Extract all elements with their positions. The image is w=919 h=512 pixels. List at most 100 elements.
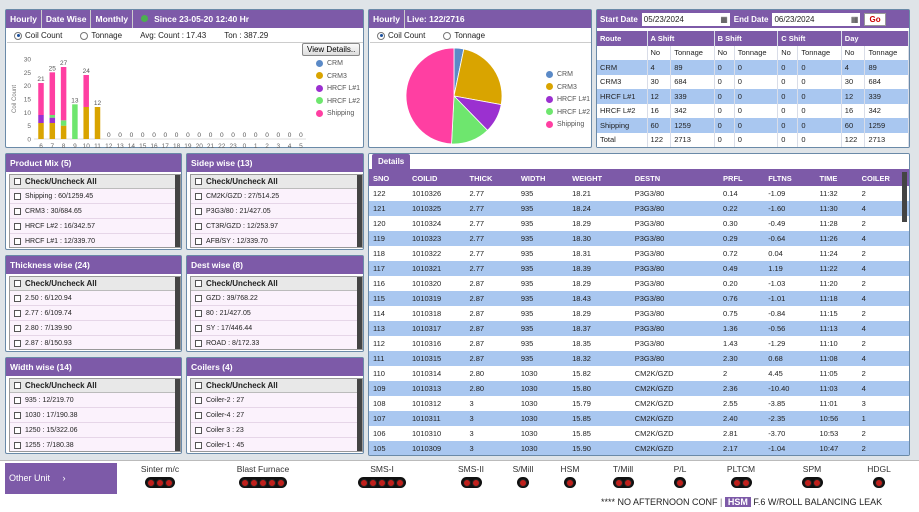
checkbox-icon[interactable]: [14, 426, 21, 434]
check-all-toggle[interactable]: Check/Uncheck All: [191, 175, 362, 189]
list-item[interactable]: 2.77 : 6/109.74: [10, 306, 180, 321]
table-row[interactable]: 107 1010311 3 1030 15.85 CM2K/GZD 2.40 -2.35 10:…: [369, 411, 909, 426]
checkbox-icon[interactable]: [14, 222, 21, 230]
legend-item[interactable]: CRM: [546, 69, 590, 82]
column-header[interactable]: THICK: [465, 170, 517, 186]
end-date-input[interactable]: 06/23/2024 ▦: [772, 12, 861, 26]
column-header[interactable]: FLTNS: [764, 170, 816, 186]
checkbox-icon[interactable]: [195, 411, 202, 419]
table-row[interactable]: 117 1010321 2.77 935 18.39 P3G3/80 0.49 1.19 11:…: [369, 261, 909, 276]
scrollbar[interactable]: [357, 379, 362, 451]
list-item[interactable]: CRM3 : 30/684.65: [10, 204, 180, 219]
list-item[interactable]: 1030 : 17/190.38: [10, 408, 180, 423]
checkbox-icon[interactable]: [195, 309, 202, 317]
unit-status[interactable]: HDGL: [839, 464, 919, 488]
list-item[interactable]: GZD : 39/768.22: [191, 291, 362, 306]
legend-item[interactable]: Shipping: [546, 119, 590, 132]
legend-item[interactable]: HRCF L#1: [546, 94, 590, 107]
table-row[interactable]: 114 1010318 2.87 935 18.29 P3G3/80 0.75 -0.84 11…: [369, 306, 909, 321]
tab-hourly[interactable]: Hourly: [6, 10, 42, 28]
list-item[interactable]: Coiler-4 : 27: [191, 408, 362, 423]
legend-item[interactable]: HRCF L#1: [316, 83, 360, 96]
checkbox-icon[interactable]: [14, 382, 21, 390]
checkbox-icon[interactable]: [14, 309, 21, 317]
unit-status[interactable]: SMS-I: [342, 464, 422, 488]
list-item[interactable]: P3G3/80 : 21/427.05: [191, 204, 362, 219]
table-row[interactable]: 116 1010320 2.87 935 18.29 P3G3/80 0.20 -1.03 11…: [369, 276, 909, 291]
checkbox-icon[interactable]: [14, 237, 21, 245]
other-unit-button[interactable]: Other Unit ›: [5, 463, 117, 494]
checkbox-icon[interactable]: [14, 192, 21, 200]
list-item[interactable]: 2.80 : 7/139.90: [10, 321, 180, 336]
tab-details[interactable]: Details: [372, 154, 411, 169]
checkbox-icon[interactable]: [14, 411, 21, 419]
checkbox-icon[interactable]: [195, 192, 202, 200]
list-item[interactable]: CT3R/GZD : 12/253.97: [191, 219, 362, 234]
list-item[interactable]: AFB/SY : 12/339.70: [191, 234, 362, 247]
legend-item[interactable]: CRM: [316, 58, 360, 71]
list-item[interactable]: ROAD : 8/172.33: [191, 336, 362, 349]
scrollbar[interactable]: [357, 277, 362, 349]
table-row[interactable]: 106 1010310 3 1030 15.85 CM2K/GZD 2.81 -3.70 10:…: [369, 426, 909, 441]
calendar-icon[interactable]: ▦: [851, 13, 859, 26]
checkbox-icon[interactable]: [14, 324, 21, 332]
calendar-icon[interactable]: ▦: [720, 13, 728, 26]
live-tonnage-radio[interactable]: Tonnage: [443, 31, 485, 40]
list-item[interactable]: Coiler 3 : 23: [191, 423, 362, 438]
column-header[interactable]: PRFL: [719, 170, 765, 186]
checkbox-icon[interactable]: [14, 294, 21, 302]
list-item[interactable]: 2.87 : 8/150.93: [10, 336, 180, 349]
table-row[interactable]: 113 1010317 2.87 935 18.37 P3G3/80 1.36 -0.56 11…: [369, 321, 909, 336]
coil-count-radio[interactable]: Coil Count: [14, 31, 62, 40]
legend-item[interactable]: HRCF L#2: [316, 96, 360, 109]
table-row[interactable]: 108 1010312 3 1030 15.79 CM2K/GZD 2.55 -3.85 11:…: [369, 396, 909, 411]
list-item[interactable]: Shipping : 60/1259.45: [10, 189, 180, 204]
checkbox-icon[interactable]: [195, 324, 202, 332]
column-header[interactable]: WIDTH: [516, 170, 569, 186]
tonnage-radio[interactable]: Tonnage: [80, 31, 122, 40]
tab-monthly[interactable]: Monthly: [91, 10, 134, 28]
tab-date-wise[interactable]: Date Wise: [42, 10, 92, 28]
check-all-toggle[interactable]: Check/Uncheck All: [10, 277, 180, 291]
checkbox-icon[interactable]: [14, 339, 21, 347]
table-row[interactable]: 109 1010313 2.80 1030 15.80 CM2K/GZD 2.36 -10.4…: [369, 381, 909, 396]
table-row[interactable]: 115 1010319 2.87 935 18.43 P3G3/80 0.76 -1.01 11…: [369, 291, 909, 306]
unit-status[interactable]: Sinter m/c: [120, 464, 200, 488]
checkbox-icon[interactable]: [195, 339, 202, 347]
live-coil-count-radio[interactable]: Coil Count: [377, 31, 425, 40]
table-row[interactable]: 112 1010316 2.87 935 18.35 P3G3/80 1.43 -1.29 11…: [369, 336, 909, 351]
checkbox-icon[interactable]: [14, 178, 21, 186]
list-item[interactable]: 2.50 : 6/120.94: [10, 291, 180, 306]
legend-item[interactable]: CRM3: [546, 82, 590, 95]
checkbox-icon[interactable]: [195, 382, 202, 390]
start-date-input[interactable]: 05/23/2024 ▦: [641, 12, 730, 26]
list-item[interactable]: Coiler-1 : 45: [191, 438, 362, 451]
table-row[interactable]: 120 1010324 2.77 935 18.29 P3G3/80 0.30 -0.49 11…: [369, 216, 909, 231]
legend-item[interactable]: HRCF L#2: [546, 107, 590, 120]
legend-item[interactable]: CRM3: [316, 71, 360, 84]
table-row[interactable]: 121 1010325 2.77 935 18.24 P3G3/80 0.22 -1.60 11…: [369, 201, 909, 216]
table-row[interactable]: 111 1010315 2.87 935 18.32 P3G3/80 2.30 0.68 11:…: [369, 351, 909, 366]
checkbox-icon[interactable]: [195, 178, 202, 186]
checkbox-icon[interactable]: [195, 441, 202, 449]
legend-item[interactable]: Shipping: [316, 108, 360, 121]
checkbox-icon[interactable]: [14, 396, 21, 404]
checkbox-icon[interactable]: [14, 207, 21, 215]
check-all-toggle[interactable]: Check/Uncheck All: [10, 175, 180, 189]
checkbox-icon[interactable]: [195, 280, 202, 288]
list-item[interactable]: 1255 : 7/180.38: [10, 438, 180, 451]
unit-status[interactable]: Blast Furnace: [223, 464, 303, 488]
column-header[interactable]: SNO: [369, 170, 408, 186]
checkbox-icon[interactable]: [195, 237, 202, 245]
go-button[interactable]: Go: [864, 12, 886, 26]
checkbox-icon[interactable]: [14, 441, 21, 449]
column-header[interactable]: DESTN: [630, 170, 720, 186]
scrollbar[interactable]: [175, 277, 180, 349]
list-item[interactable]: 1250 : 15/322.06: [10, 423, 180, 438]
checkbox-icon[interactable]: [195, 396, 202, 404]
checkbox-icon[interactable]: [195, 294, 202, 302]
table-row[interactable]: 118 1010322 2.77 935 18.31 P3G3/80 0.72 0.04 11:…: [369, 246, 909, 261]
scrollbar[interactable]: [175, 175, 180, 247]
list-item[interactable]: CM2K/GZD : 27/514.25: [191, 189, 362, 204]
scrollbar[interactable]: [175, 379, 180, 451]
